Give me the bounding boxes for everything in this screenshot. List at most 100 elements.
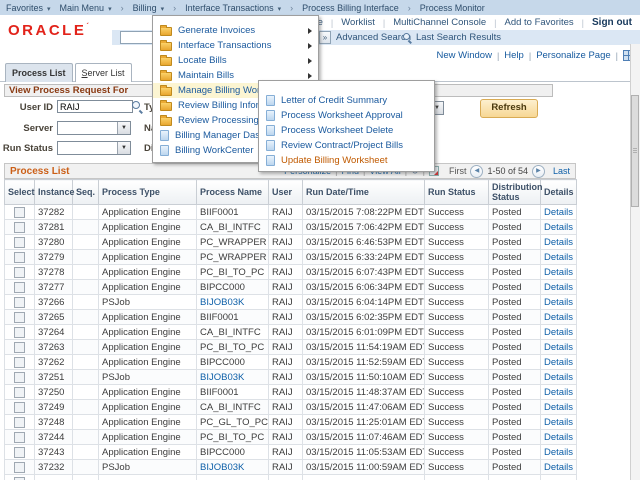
breadcrumb-item-favorites[interactable]: Favorites▾ <box>6 3 51 13</box>
details-link[interactable]: Details <box>544 252 573 263</box>
breadcrumb-item-main-menu[interactable]: Main Menu▾ <box>60 3 112 13</box>
row-checkbox[interactable] <box>14 267 25 278</box>
breadcrumb-item-process-billing-interface[interactable]: Process Billing Interface <box>302 3 399 13</box>
submenu-item-review-contract-project-bills[interactable]: Review Contract/Project Bills <box>259 138 434 153</box>
chevron-down-icon[interactable]: ▼ <box>117 122 130 134</box>
worklist-link[interactable]: Worklist <box>341 17 375 28</box>
column-header-user[interactable]: User <box>269 180 303 205</box>
row-checkbox[interactable] <box>14 477 25 480</box>
tab-server-list[interactable]: Server List <box>75 63 132 82</box>
row-checkbox[interactable] <box>14 297 25 308</box>
refresh-button[interactable]: Refresh <box>480 99 538 118</box>
row-checkbox[interactable] <box>14 327 25 338</box>
server-select[interactable]: ▼ <box>57 121 131 135</box>
add-to-favorites-link[interactable]: Add to Favorites <box>504 17 573 28</box>
column-header-process-type[interactable]: Process Type <box>99 180 197 205</box>
advanced-search-link[interactable]: Advanced Search <box>336 32 411 43</box>
submenu-item-update-billing-worksheet[interactable]: Update Billing Worksheet <box>259 153 434 168</box>
details-link[interactable]: Details <box>544 207 573 218</box>
user-cell: RAIJ <box>269 415 303 430</box>
empty-cell <box>269 475 303 480</box>
details-link[interactable]: Details <box>544 222 573 233</box>
sign-out-link[interactable]: Sign out <box>592 17 632 28</box>
row-checkbox[interactable] <box>14 417 25 428</box>
row-checkbox[interactable] <box>14 207 25 218</box>
row-checkbox[interactable] <box>14 447 25 458</box>
process-name-cell: BIIF0001 <box>197 310 269 325</box>
menu-item-label: Locate Bills <box>178 55 227 66</box>
details-link[interactable]: Details <box>544 387 573 398</box>
column-header-run-status[interactable]: Run Status <box>425 180 489 205</box>
vertical-scrollbar-thumb[interactable] <box>631 95 639 207</box>
details-link[interactable]: Details <box>544 267 573 278</box>
details-link[interactable]: Details <box>544 357 573 368</box>
submenu-item-process-worksheet-delete[interactable]: Process Worksheet Delete <box>259 123 434 138</box>
menu-item-locate-bills[interactable]: Locate Bills <box>153 53 318 68</box>
row-checkbox[interactable] <box>14 312 25 323</box>
details-link[interactable]: Details <box>544 417 573 428</box>
instance-cell: 37243 <box>35 445 73 460</box>
submenu-item-process-worksheet-approval[interactable]: Process Worksheet Approval <box>259 108 434 123</box>
next-page-icon[interactable]: ▶ <box>532 165 545 178</box>
details-link[interactable]: Details <box>544 402 573 413</box>
row-checkbox[interactable] <box>14 432 25 443</box>
search-go-button[interactable]: » <box>319 31 331 44</box>
pagination-first[interactable]: First <box>449 166 467 176</box>
process-name-link[interactable]: BIJOB03K <box>200 372 244 383</box>
process-name-link[interactable]: BIJOB03K <box>200 297 244 308</box>
details-link[interactable]: Details <box>544 462 573 473</box>
details-link[interactable]: Details <box>544 372 573 383</box>
column-header-select[interactable]: Select <box>5 180 35 205</box>
details-link[interactable]: Details <box>544 282 573 293</box>
process-name-cell: PC_BI_TO_PC <box>197 430 269 445</box>
details-link[interactable]: Details <box>544 327 573 338</box>
details-link[interactable]: Details <box>544 342 573 353</box>
process-name-cell: CA_BI_INTFC <box>197 220 269 235</box>
run-status-select[interactable]: ▼ <box>57 141 131 155</box>
page-bar: New Window | Help | Personalize Page | <box>437 50 634 61</box>
select-cell <box>5 325 35 340</box>
breadcrumb-item-billing[interactable]: Billing▾ <box>133 3 165 13</box>
last-search-results-link[interactable]: Last Search Results <box>416 32 501 43</box>
menu-item-interface-transactions[interactable]: Interface Transactions <box>153 38 318 53</box>
row-checkbox[interactable] <box>14 342 25 353</box>
submenu-item-letter-of-credit-summary[interactable]: Letter of Credit Summary <box>259 93 434 108</box>
breadcrumb-item-interface-transactions[interactable]: Interface Transactions▾ <box>185 3 281 13</box>
row-checkbox[interactable] <box>14 237 25 248</box>
multichannel-console-link[interactable]: MultiChannel Console <box>393 17 486 28</box>
process-name-cell: PC_BI_TO_PC <box>197 340 269 355</box>
chevron-down-icon[interactable]: ▼ <box>117 142 130 154</box>
user-id-input[interactable] <box>57 100 133 113</box>
column-header-instance[interactable]: Instance <box>35 180 73 205</box>
row-checkbox[interactable] <box>14 462 25 473</box>
column-header-process-name[interactable]: Process Name <box>197 180 269 205</box>
previous-page-icon[interactable]: ◀ <box>470 165 483 178</box>
column-header-run-date-time[interactable]: Run Date/Time <box>303 180 425 205</box>
pagination-last[interactable]: Last <box>553 166 570 176</box>
menu-item-generate-invoices[interactable]: Generate Invoices <box>153 23 318 38</box>
row-checkbox[interactable] <box>14 402 25 413</box>
row-checkbox[interactable] <box>14 222 25 233</box>
details-link[interactable]: Details <box>544 447 573 458</box>
instance-cell: 37265 <box>35 310 73 325</box>
server-label: Server <box>2 123 53 134</box>
details-link[interactable]: Details <box>544 237 573 248</box>
details-link[interactable]: Details <box>544 297 573 308</box>
tab-process-list[interactable]: Process List <box>5 63 73 82</box>
column-header-seq[interactable]: Seq. <box>73 180 99 205</box>
row-checkbox[interactable] <box>14 387 25 398</box>
row-checkbox[interactable] <box>14 252 25 263</box>
process-name-link[interactable]: BIJOB03K <box>200 462 244 473</box>
personalize-page-link[interactable]: Personalize Page <box>536 50 610 61</box>
row-checkbox[interactable] <box>14 372 25 383</box>
row-checkbox[interactable] <box>14 357 25 368</box>
user-id-lookup-icon[interactable] <box>132 101 143 112</box>
column-header-distribution-status[interactable]: Distribution Status <box>489 180 541 205</box>
details-link[interactable]: Details <box>544 312 573 323</box>
row-checkbox[interactable] <box>14 282 25 293</box>
details-link[interactable]: Details <box>544 432 573 443</box>
breadcrumb-item-process-monitor[interactable]: Process Monitor <box>420 3 485 13</box>
column-header-details[interactable]: Details <box>541 180 577 205</box>
new-window-link[interactable]: New Window <box>437 50 492 61</box>
help-link[interactable]: Help <box>504 50 524 61</box>
